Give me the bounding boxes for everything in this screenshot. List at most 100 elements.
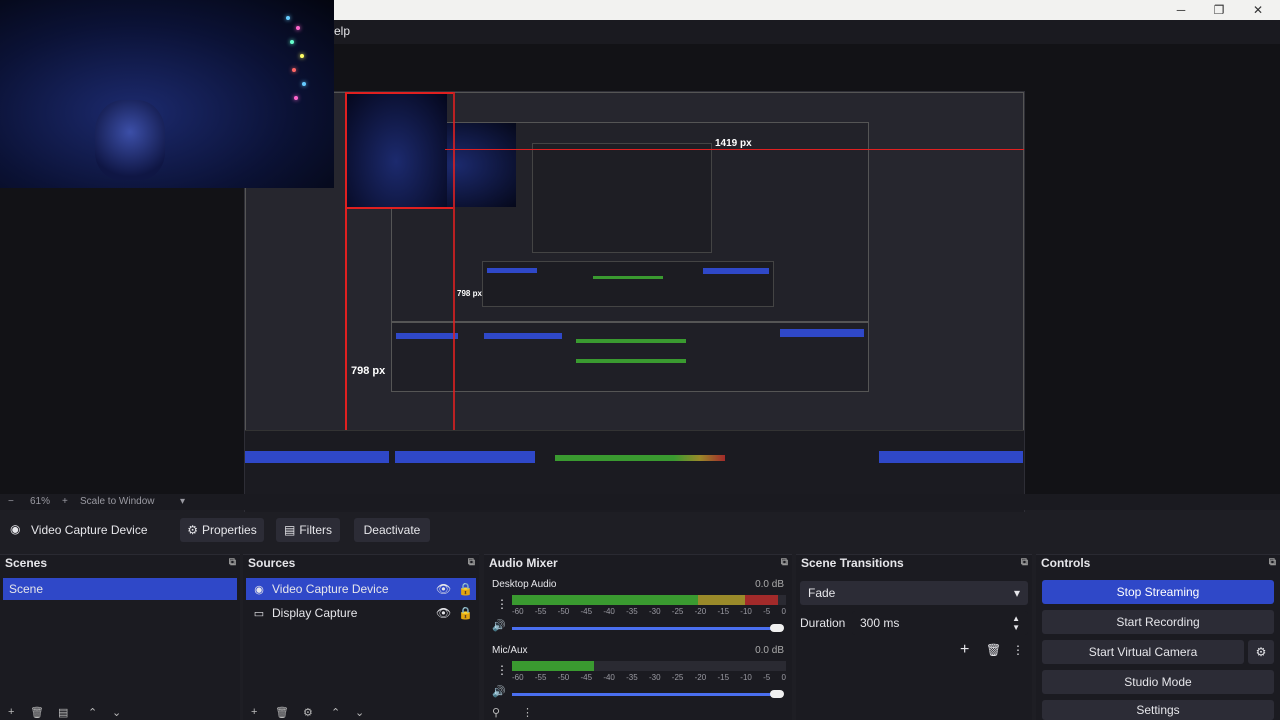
filters-button[interactable]: ▤ Filters [276, 518, 340, 542]
deactivate-button[interactable]: Deactivate [354, 518, 430, 542]
volume-slider-handle[interactable] [770, 624, 784, 632]
menu-dots-icon[interactable]: ⋮ [496, 597, 508, 611]
sources-dock: Sources ⧉ ◉ Video Capture Device 👁 🔒 ▭ Di… [243, 554, 479, 720]
settings-button[interactable]: Settings [1042, 700, 1274, 720]
controls-title: Controls ⧉ [1041, 556, 1276, 570]
dock-float-icon[interactable]: ⧉ [1269, 557, 1276, 568]
duration-field[interactable]: 300 ms ▲ ▼ [852, 611, 1028, 635]
start-recording-button[interactable]: Start Recording [1042, 610, 1274, 634]
audio-mixer-title: Audio Mixer ⧉ [489, 556, 788, 570]
nested-webcam [345, 92, 447, 208]
start-virtual-camera-button[interactable]: Start Virtual Camera [1042, 640, 1244, 664]
transition-select[interactable]: Fade ▾ [800, 581, 1028, 605]
scenes-title: Scenes ⧉ [5, 556, 236, 570]
zoom-out-button[interactable]: − [8, 496, 14, 507]
meter-tick-label: -40 [603, 607, 615, 616]
meter-tick-label: -5 [763, 673, 771, 682]
source-item[interactable]: ◉ Video Capture Device 👁 🔒 [246, 578, 476, 600]
person-image [95, 100, 165, 180]
dock-float-icon[interactable]: ⧉ [229, 557, 236, 568]
eye-icon[interactable]: 👁 [436, 582, 451, 596]
gear-icon: ⚙ [187, 523, 199, 537]
close-icon[interactable]: ✕ [1249, 2, 1267, 18]
trash-icon[interactable]: 🗑 [30, 706, 44, 719]
source-item[interactable]: ▭ Display Capture 👁 🔒 [246, 602, 476, 624]
link-icon[interactable]: ⚲ [492, 706, 500, 719]
trash-icon[interactable]: 🗑 [275, 706, 289, 719]
meter-tick-label: -25 [671, 607, 684, 616]
bounding-box-bottom [345, 207, 453, 209]
speaker-icon[interactable]: 🔊 [492, 619, 506, 632]
scale-mode-select[interactable]: Scale to Window [80, 496, 154, 507]
down-icon[interactable]: ⌄ [355, 706, 364, 719]
meter-tick-label: -55 [534, 673, 547, 682]
preview-area[interactable]: 1419 px 798 px 798 px [0, 0, 1280, 535]
meter-tick-label: -45 [580, 607, 593, 616]
string-lights-image [270, 10, 330, 110]
volume-meter [512, 661, 786, 671]
duration-label: Duration [800, 616, 846, 630]
webcam-source[interactable] [0, 0, 334, 188]
studio-mode-button[interactable]: Studio Mode [1042, 670, 1274, 694]
up-icon[interactable]: ⌃ [88, 706, 97, 719]
gear-icon[interactable]: ⚙ [1248, 640, 1274, 664]
meter-tick-label: -30 [648, 673, 661, 682]
meter-tick-label: -50 [557, 673, 570, 682]
meter-tick-label: -15 [717, 607, 730, 616]
volume-slider-handle[interactable] [770, 690, 784, 698]
menu-dots-icon[interactable]: ⋮ [522, 706, 533, 719]
bounding-box-top [345, 92, 453, 94]
zoom-in-button[interactable]: + [62, 496, 68, 507]
camera-icon: ◉ [10, 522, 21, 536]
minimize-icon[interactable]: ─ [1172, 2, 1190, 18]
meter-tick-label: -10 [740, 607, 752, 616]
speaker-icon[interactable]: 🔊 [492, 685, 506, 698]
dock-float-icon[interactable]: ⧉ [1021, 557, 1028, 568]
controls-dock: Controls ⧉ [1036, 554, 1280, 720]
selected-source-name: Video Capture Device [31, 523, 148, 537]
scene-item[interactable]: Scene [3, 578, 237, 600]
volume-slider[interactable] [512, 627, 774, 630]
stepper-icon[interactable]: ▲ ▼ [1012, 614, 1020, 632]
chevron-down-icon[interactable]: ▾ [180, 496, 185, 507]
add-icon[interactable]: + [8, 706, 14, 718]
stop-streaming-button[interactable]: Stop Streaming [1042, 580, 1274, 604]
meter-ticks: -60 -55 -50 -45 -40 -35 -30 -25 -20 -15 -10 -5 0 [512, 673, 786, 682]
menu-dots-icon[interactable]: ⋮ [496, 663, 508, 677]
dock-float-icon[interactable]: ⧉ [781, 557, 788, 568]
volume-meter [512, 595, 786, 605]
lock-icon[interactable]: 🔒 [458, 606, 473, 620]
meter-ticks: -60 -55 -50 -45 -40 -35 -30 -25 -20 -15 -10 -5 0 [512, 607, 786, 616]
meter-tick-label: -50 [557, 607, 570, 616]
scenes-toolbar: + 🗑 ▤ ⌃ ⌄ [0, 706, 240, 720]
program-preview[interactable]: 1419 px 798 px 798 px [244, 91, 1025, 535]
menu-dots-icon[interactable]: ⋮ [1012, 643, 1024, 657]
properties-button[interactable]: ⚙ Properties [180, 518, 264, 542]
mixer-toolbar: ⚲ ⋮ [484, 706, 792, 720]
add-icon[interactable]: + [251, 706, 257, 718]
down-icon[interactable]: ⌄ [112, 706, 121, 719]
chevron-down-icon: ▾ [1013, 586, 1020, 600]
filter-icon[interactable]: ▤ [58, 706, 68, 719]
up-icon[interactable]: ⌃ [331, 706, 340, 719]
menu-help[interactable]: elp [334, 24, 350, 38]
channel-name: Desktop Audio [492, 579, 557, 590]
eye-icon[interactable]: 👁 [436, 606, 451, 620]
trash-icon[interactable]: 🗑 [986, 643, 1001, 657]
meter-tick-label: -55 [534, 607, 547, 616]
meter-tick-label: -5 [763, 607, 771, 616]
dock-float-icon[interactable]: ⧉ [468, 557, 475, 568]
meter-tick-label: -20 [694, 673, 707, 682]
gear-icon[interactable]: ⚙ [303, 706, 313, 719]
meter-tick-label: -10 [740, 673, 752, 682]
guide-line-h [445, 149, 1024, 150]
scene-transitions-dock: Scene Transitions ⧉ Fade ▾ Duration 300 m… [796, 554, 1032, 720]
lock-icon[interactable]: 🔒 [458, 582, 473, 596]
restore-icon[interactable]: ❐ [1210, 2, 1228, 18]
meter-tick-label: -35 [626, 607, 638, 616]
camera-icon: ◉ [254, 583, 264, 596]
meter-tick-label: -40 [603, 673, 615, 682]
meter-tick-label: 0 [781, 673, 786, 682]
volume-slider[interactable] [512, 693, 774, 696]
add-icon[interactable]: + [960, 641, 969, 659]
